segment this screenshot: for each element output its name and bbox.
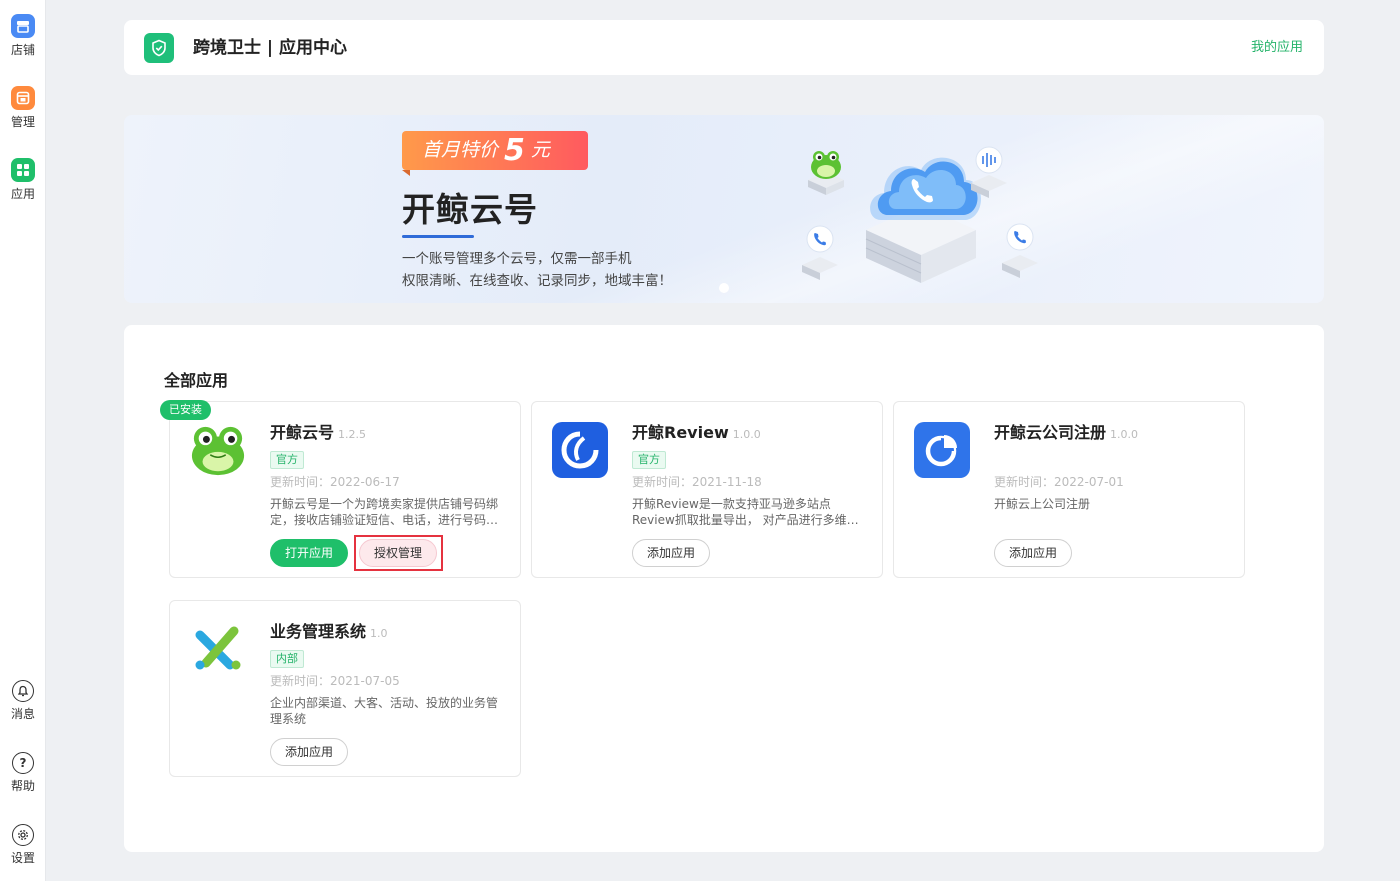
- frog-mascot-icon: [808, 151, 844, 195]
- app-card-kaijing-cloud[interactable]: 已安装 开鲸云号 1.2.5 官方 更新时间：2022-06-17 开鲸云号是一个…: [160, 400, 521, 578]
- open-app-button[interactable]: 打开应用: [270, 539, 349, 567]
- apps-section: 全部应用 已安装 开鲸云号 1.2.5 官方 更新时间：2022-06-17 开鲸…: [124, 325, 1324, 852]
- official-tag: 官方: [270, 451, 304, 469]
- page-title: 跨境卫士 | 应用中心: [193, 38, 348, 58]
- apps-icon: [11, 158, 35, 182]
- app-name: 开鲸Review 1.0.0: [632, 422, 761, 446]
- app-name: 开鲸云号 1.2.5: [270, 422, 366, 446]
- updated-time: 更新时间：2021-11-18: [632, 475, 762, 489]
- manage-icon: [11, 86, 35, 110]
- app-name: 业务管理系统 1.0: [270, 621, 388, 645]
- store-icon: [11, 14, 35, 38]
- official-tag: 官方: [632, 451, 666, 469]
- updated-time: 更新时间：2021-07-05: [270, 674, 400, 688]
- app-card-business-system[interactable]: 业务管理系统 1.0 内部 更新时间：2021-07-05 企业内部渠道、大客、活…: [169, 600, 521, 777]
- promo-number: 5: [504, 133, 525, 168]
- banner-title: 开鲸云号: [402, 190, 538, 229]
- app-card-company-register[interactable]: 开鲸云公司注册 1.0.0 更新时间：2022-07-01 开鲸云上公司注册 添加…: [893, 401, 1245, 578]
- cloud-phone-illustration: [802, 146, 1038, 283]
- left-sidebar: 店铺 管理 应用 消息 ? 帮助 设置: [0, 0, 46, 881]
- app-description: 开鲸云号是一个为跨境卖家提供店铺号码绑定，接收店铺验证短信、电话，进行号码管理的…: [270, 497, 499, 527]
- section-title: 全部应用: [164, 371, 229, 390]
- gear-icon: [12, 824, 34, 846]
- promo-banner[interactable]: 首月特价 5 元 开鲸云号 一个账号管理多个云号，仅需一部手机 权限清晰、在线查…: [124, 115, 1324, 303]
- app-name: 开鲸云公司注册 1.0.0: [994, 422, 1138, 446]
- sidebar-item-label: 消息: [10, 707, 35, 721]
- sidebar-item-label: 设置: [10, 851, 35, 865]
- sidebar-item-label: 帮助: [10, 779, 35, 793]
- carousel-dot[interactable]: [719, 283, 729, 293]
- app-version: 1.0: [370, 627, 388, 640]
- updated-time: 更新时间：2022-06-17: [270, 475, 400, 489]
- pie-chart-app-icon: [914, 422, 970, 478]
- internal-tag: 内部: [270, 650, 304, 668]
- sidebar-item-manage[interactable]: 管理: [0, 86, 46, 130]
- updated-time: 更新时间：2022-07-01: [994, 475, 1124, 489]
- app-description: 开鲸云上公司注册: [994, 497, 1091, 511]
- app-name-text: 业务管理系统: [270, 622, 367, 641]
- help-icon: ?: [12, 752, 34, 774]
- review-app-icon: [552, 422, 608, 478]
- sidebar-item-label: 管理: [10, 115, 35, 129]
- frog-app-icon: [190, 422, 246, 478]
- title-underline: [402, 235, 474, 238]
- sidebar-item-settings[interactable]: 设置: [0, 824, 46, 866]
- app-description: 开鲸Review是一款支持亚马逊多站点Review抓取批量导出， 对产品进行多维…: [632, 497, 859, 527]
- app-name-text: 开鲸云号: [270, 423, 335, 442]
- sidebar-item-label: 店铺: [10, 43, 35, 57]
- add-app-button[interactable]: 添加应用: [994, 539, 1073, 567]
- sidebar-item-store[interactable]: 店铺: [0, 14, 46, 58]
- promo-prefix: 首月特价: [422, 139, 499, 161]
- cloud-icon: [870, 157, 981, 220]
- installed-badge: 已安装: [160, 400, 211, 420]
- banner-line-2: 权限清晰、在线查收、记录同步，地域丰富！: [402, 273, 672, 289]
- app-name-text: 开鲸Review: [632, 423, 729, 442]
- promo-suffix: 元: [530, 139, 550, 161]
- phone-bubble-left-icon: [802, 225, 838, 280]
- auth-manage-button[interactable]: 授权管理: [359, 539, 438, 567]
- app-card-kaijing-review[interactable]: 开鲸Review 1.0.0 官方 更新时间：2021-11-18 开鲸Revie…: [531, 401, 883, 578]
- my-apps-link[interactable]: 我的应用: [1251, 39, 1303, 57]
- banner-line-1: 一个账号管理多个云号，仅需一部手机: [402, 251, 632, 267]
- shield-logo-icon: [144, 33, 174, 63]
- app-version: 1.2.5: [338, 428, 367, 441]
- bell-icon: [12, 680, 34, 702]
- sidebar-item-help[interactable]: ? 帮助: [0, 752, 46, 794]
- app-version: 1.0.0: [1110, 428, 1139, 441]
- sidebar-item-label: 应用: [10, 187, 35, 201]
- sidebar-item-messages[interactable]: 消息: [0, 680, 46, 722]
- business-system-app-icon: [190, 621, 246, 677]
- promo-tag: 首月特价 5 元: [402, 131, 588, 176]
- add-app-button[interactable]: 添加应用: [632, 539, 711, 567]
- app-version: 1.0.0: [732, 428, 761, 441]
- app-name-text: 开鲸云公司注册: [994, 423, 1107, 442]
- app-description: 企业内部渠道、大客、活动、投放的业务管理系统: [270, 696, 499, 726]
- voice-icon: [971, 146, 1007, 198]
- phone-bubble-right-icon: [1002, 223, 1038, 278]
- add-app-button[interactable]: 添加应用: [270, 738, 349, 766]
- sidebar-item-apps[interactable]: 应用: [0, 158, 46, 202]
- top-header: 跨境卫士 | 应用中心 我的应用: [124, 20, 1324, 75]
